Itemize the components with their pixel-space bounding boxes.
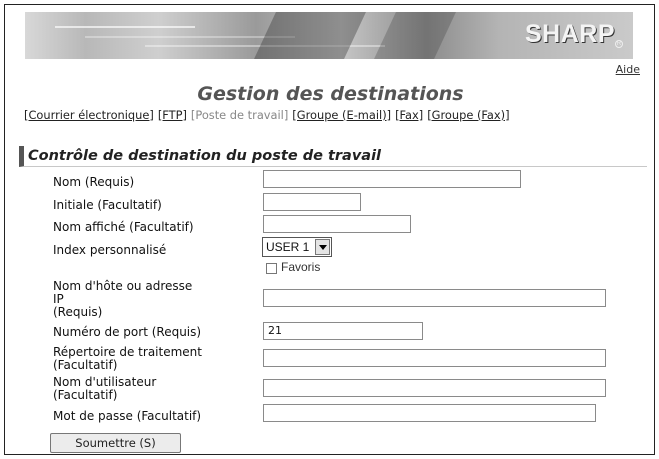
custom-index-select[interactable]: USER 1 xyxy=(262,237,332,257)
initial-label: Initiale (Facultatif) xyxy=(53,198,162,212)
tab-fax[interactable]: [Fax] xyxy=(395,108,423,122)
banner-shade xyxy=(254,12,366,59)
help-link[interactable]: Aide xyxy=(616,63,640,76)
password-label: Mot de passe (Facultatif) xyxy=(53,409,202,423)
submit-button[interactable]: Soumettre (S) xyxy=(50,433,181,453)
chevron-down-icon[interactable] xyxy=(315,239,330,255)
name-field[interactable] xyxy=(263,170,521,188)
destination-tabs: [Courrier électronique] [FTP] [Poste de tr… xyxy=(24,108,510,122)
custom-index-value: USER 1 xyxy=(266,240,310,254)
tab-workstation: [Poste de travail] xyxy=(190,108,289,122)
banner-shade xyxy=(374,12,456,59)
tab-email[interactable]: [Courrier électronique] xyxy=(24,108,154,122)
host-label-line2: IP xyxy=(53,292,64,306)
username-field[interactable] xyxy=(263,379,606,397)
name-label: Nom (Requis) xyxy=(53,175,135,189)
header-banner: SHARP R xyxy=(25,12,633,59)
host-label-line1: Nom d'hôte ou adresse xyxy=(53,279,193,293)
sharp-logo: SHARP xyxy=(524,20,615,48)
host-label-line3: (Requis) xyxy=(53,305,103,319)
username-label-line1: Nom d'utilisateur xyxy=(53,375,157,389)
host-field[interactable] xyxy=(263,289,606,307)
page-frame: SHARP R Aide Gestion des destinations [C… xyxy=(4,4,655,455)
port-field[interactable]: 21 xyxy=(263,322,423,340)
display-name-label: Nom affiché (Facultatif) xyxy=(53,220,194,234)
banner-streak xyxy=(55,26,195,28)
directory-label-line2: (Facultatif) xyxy=(53,358,118,372)
favorites-label: Favoris xyxy=(281,260,321,274)
tab-ftp[interactable]: [FTP] xyxy=(158,108,187,122)
custom-index-label: Index personnalisé xyxy=(53,243,167,257)
tab-group-fax[interactable]: [Groupe (Fax)] xyxy=(427,108,509,122)
password-field[interactable] xyxy=(263,404,596,422)
favorites-checkbox[interactable] xyxy=(266,263,277,274)
display-name-field[interactable] xyxy=(263,215,411,233)
initial-field[interactable] xyxy=(263,193,361,211)
tab-group-email[interactable]: [Groupe (E-mail)] xyxy=(292,108,391,122)
port-label: Numéro de port (Requis) xyxy=(53,325,202,339)
page-title: Gestion des destinations xyxy=(197,83,464,105)
directory-field[interactable] xyxy=(263,349,606,367)
directory-label-line1: Répertoire de traitement xyxy=(53,345,202,359)
registered-mark-icon: R xyxy=(615,40,623,48)
username-label-line2: (Facultatif) xyxy=(53,388,118,402)
section-title: Contrôle de destination du poste de trav… xyxy=(19,146,647,167)
